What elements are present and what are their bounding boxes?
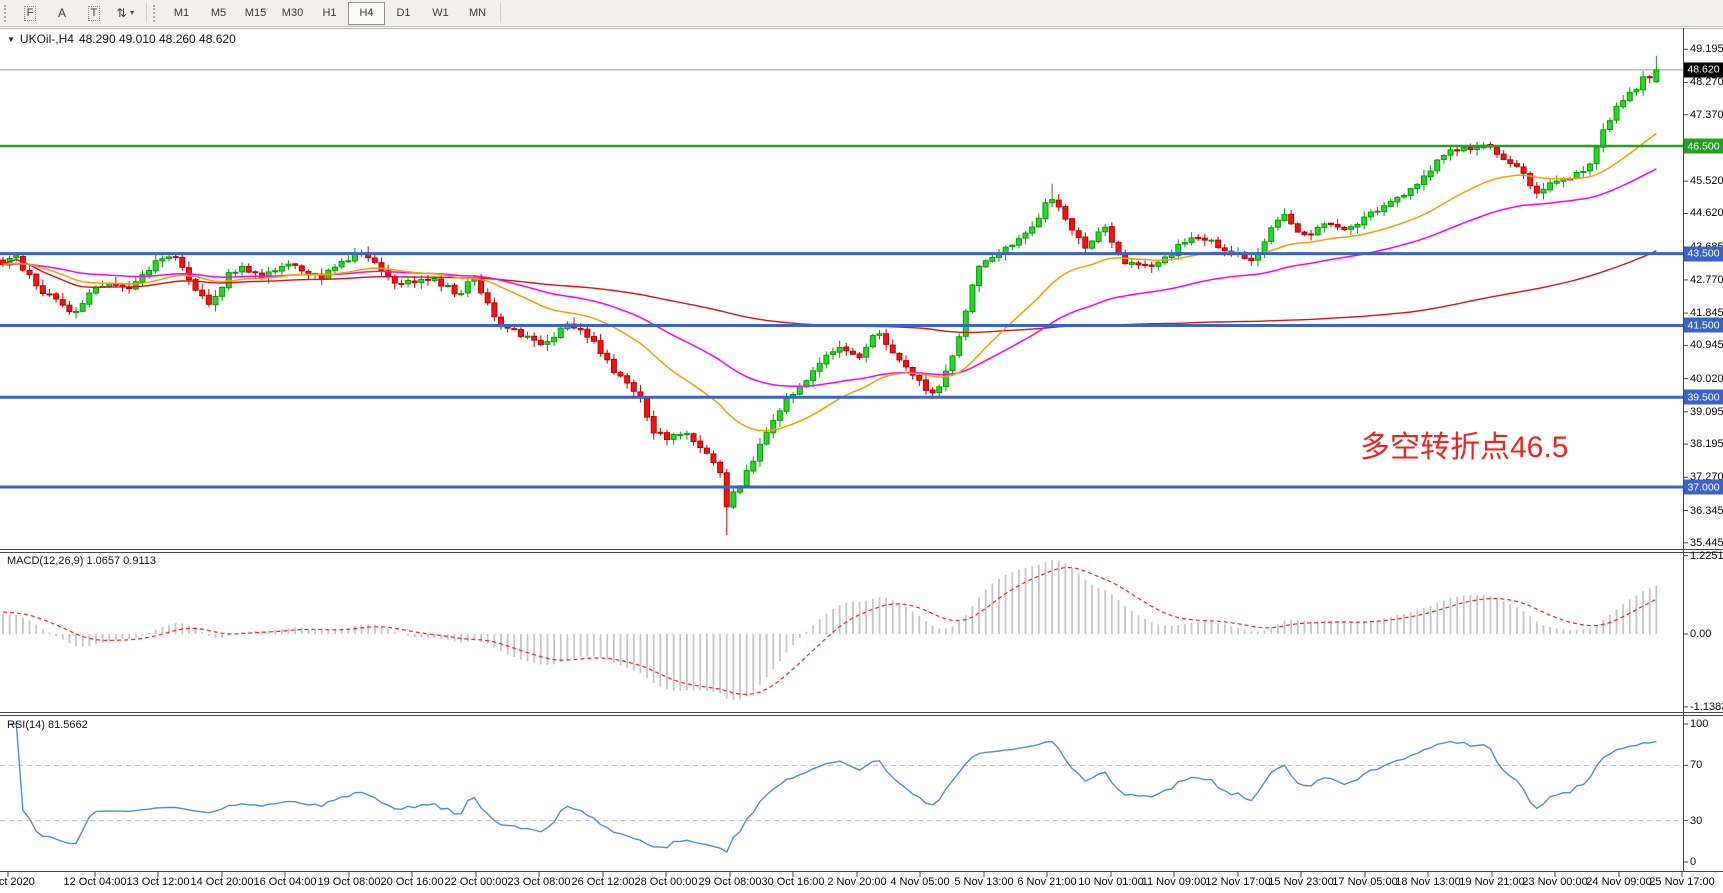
time-axis-label: 26 Oct 12:00 <box>572 876 635 888</box>
level-price-box-46.500: 46.500 <box>1684 139 1723 154</box>
time-axis-label: 5 Nov 13:00 <box>954 876 1013 888</box>
time-axis-label: 12 Nov 17:00 <box>1205 876 1270 888</box>
time-axis-label: 16 Oct 04:00 <box>254 876 317 888</box>
time-axis-label: 13 Oct 12:00 <box>127 876 190 888</box>
price-axis-tick-40.020: 40.020 <box>1690 373 1723 385</box>
time-axis-label: 24 Nov 09:00 <box>1586 876 1651 888</box>
time-axis-label: 15 Nov 23:00 <box>1268 876 1333 888</box>
level-price-box-37.000: 37.000 <box>1684 480 1723 495</box>
time-axis-label: 19 Nov 21:00 <box>1459 876 1524 888</box>
time-axis-label: 30 Oct 16:00 <box>762 876 825 888</box>
rsi-line <box>10 724 1657 852</box>
level-price-box-43.500: 43.500 <box>1684 246 1723 261</box>
level-price-box-41.500: 41.500 <box>1684 318 1723 333</box>
price-axis-tick-36.345: 36.345 <box>1690 505 1723 517</box>
macd-axis-tick-1.2251: 1.2251 <box>1690 550 1723 562</box>
time-axis-label: 18 Nov 13:00 <box>1395 876 1460 888</box>
macd-axis-tick-0.00: 0.00 <box>1690 628 1711 640</box>
macd-axis-tick--1.1383: -1.1383 <box>1690 701 1723 713</box>
time-axis-label: 6 Nov 21:00 <box>1017 876 1076 888</box>
time-axis-label: 14 Oct 20:00 <box>191 876 254 888</box>
time-axis-label: 19 Oct 08:00 <box>318 876 381 888</box>
price-axis-tick-48.270: 48.270 <box>1690 76 1723 88</box>
price-axis-tick-45.520: 45.520 <box>1690 175 1723 187</box>
time-axis-label: 29 Oct 08:00 <box>699 876 762 888</box>
time-axis-label: 12 Oct 04:00 <box>64 876 127 888</box>
level-price-box-39.500: 39.500 <box>1684 390 1723 405</box>
macd-signal-line <box>3 568 1656 695</box>
time-axis-label: 22 Oct 00:00 <box>445 876 508 888</box>
time-axis-label: 4 Nov 05:00 <box>890 876 949 888</box>
price-axis-tick-42.770: 42.770 <box>1690 274 1723 286</box>
price-axis-tick-39.095: 39.095 <box>1690 406 1723 418</box>
time-axis-label: 11 Nov 09:00 <box>1142 876 1207 888</box>
price-axis-tick-38.195: 38.195 <box>1690 438 1723 450</box>
price-axis-tick-44.620: 44.620 <box>1690 207 1723 219</box>
current-price-box: 48.620 <box>1684 62 1723 77</box>
rsi-indicator <box>0 724 1683 852</box>
macd-indicator <box>3 560 1656 700</box>
rsi-axis-tick-30: 30 <box>1690 815 1702 827</box>
time-axis-label: 28 Oct 00:00 <box>635 876 698 888</box>
rsi-axis-tick-70: 70 <box>1690 759 1702 771</box>
symbol-dropdown-icon[interactable]: ▼ <box>7 35 15 44</box>
time-axis-label: 9 Oct 2020 <box>0 876 35 888</box>
rsi-axis-tick-0: 0 <box>1690 856 1696 868</box>
time-axis-label: 2 Nov 20:00 <box>827 876 886 888</box>
quote-values: 48.290 49.010 48.260 48.620 <box>79 32 236 46</box>
chart-annotation[interactable]: 多空转折点46.5 <box>1360 422 1568 466</box>
time-axis-label: 25 Nov 17:00 <box>1649 876 1714 888</box>
price-axis-tick-47.370: 47.370 <box>1690 109 1723 121</box>
chart-header: ▼ UKOil-,H4 48.290 49.010 48.260 48.620 <box>7 32 236 46</box>
rsi-axis-tick-100: 100 <box>1690 718 1708 730</box>
rsi-label: RSI(14) 81.5662 <box>7 719 88 731</box>
ma-mid-line <box>3 169 1656 386</box>
price-axis-tick-49.195: 49.195 <box>1690 43 1723 55</box>
price-axis-tick-35.445: 35.445 <box>1690 537 1723 549</box>
time-axis-label: 20 Oct 16:00 <box>381 876 444 888</box>
price-axis-tick-40.945: 40.945 <box>1690 339 1723 351</box>
time-axis-label: 23 Nov 00:00 <box>1522 876 1587 888</box>
trading-terminal: { "toolbar": { "tools": [ {"name": "indi… <box>0 0 1723 893</box>
macd-label: MACD(12,26,9) 1.0657 0.9113 <box>7 555 156 567</box>
ma-slow-line <box>3 251 1656 333</box>
symbol-label: UKOil-,H4 <box>20 32 74 46</box>
time-axis-label: 23 Oct 08:00 <box>508 876 571 888</box>
moving-averages-group <box>3 133 1656 430</box>
time-axis-label: 10 Nov 01:00 <box>1078 876 1143 888</box>
time-axis-label: 17 Nov 05:00 <box>1332 876 1397 888</box>
